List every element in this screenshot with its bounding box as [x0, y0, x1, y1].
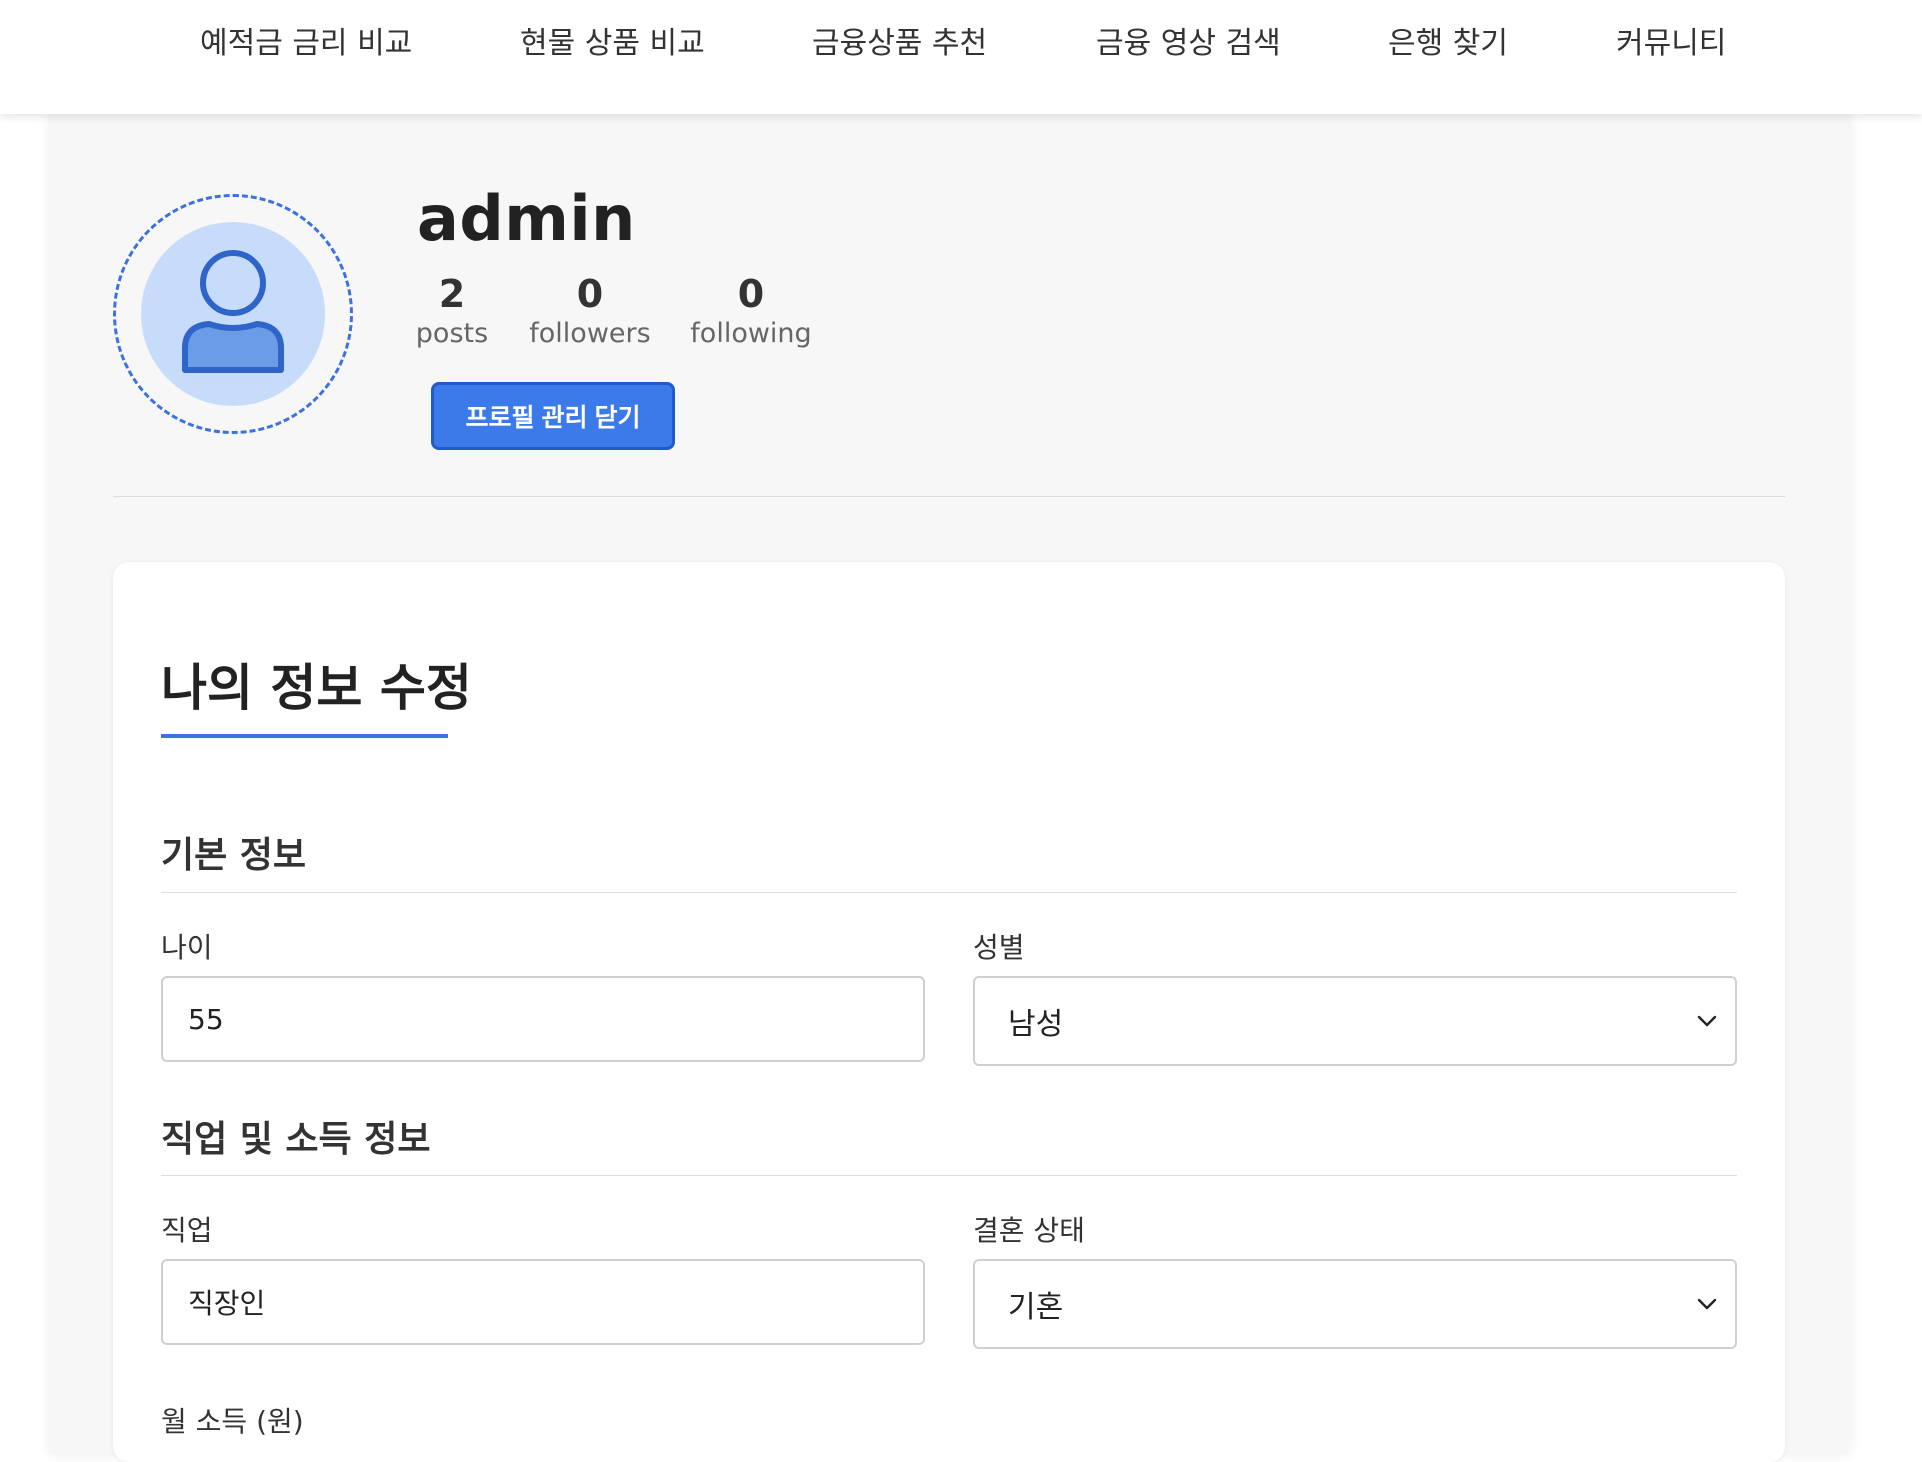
chevron-down-icon	[1697, 1015, 1717, 1027]
section-divider	[113, 496, 1785, 497]
marital-status-value: 기혼	[1008, 1290, 1064, 1325]
stat-following-label: following	[690, 318, 812, 349]
edit-info-title: 나의 정보 수정	[161, 659, 472, 717]
job-label: 직업	[161, 1214, 213, 1247]
user-icon	[182, 250, 284, 373]
stat-posts-label: posts	[415, 318, 489, 349]
gender-select[interactable]: 남성	[973, 976, 1737, 1066]
gender-value: 남성	[1008, 1007, 1064, 1042]
job-income-heading: 직업 및 소득 정보	[161, 1119, 431, 1160]
marital-status-label: 결혼 상태	[973, 1214, 1085, 1247]
edit-info-card: 나의 정보 수정 기본 정보 나이 55 성별 남성 직업 및 소득 정보 직업…	[113, 562, 1785, 1462]
age-label: 나이	[161, 931, 213, 964]
profile-username: admin	[417, 182, 636, 255]
stat-followers-label: followers	[529, 318, 651, 349]
stat-following[interactable]: 0 following	[681, 272, 821, 352]
stat-followers[interactable]: 0 followers	[520, 272, 660, 352]
age-value: 55	[188, 1002, 224, 1036]
stat-following-value: 0	[737, 272, 765, 316]
chevron-down-icon	[1697, 1298, 1717, 1310]
nav-item-community[interactable]: 커뮤니티	[1616, 20, 1726, 68]
stat-posts-value: 2	[438, 272, 466, 316]
marital-status-select[interactable]: 기혼	[973, 1259, 1737, 1349]
stat-followers-value: 0	[576, 272, 604, 316]
avatar-background	[141, 222, 325, 406]
nav-item-video-search[interactable]: 금융 영상 검색	[1096, 20, 1281, 68]
basic-info-divider	[161, 892, 1737, 893]
nav-item-bank-finder[interactable]: 은행 찾기	[1388, 20, 1508, 68]
nav-item-deposit-rate-compare[interactable]: 예적금 금리 비교	[200, 20, 412, 68]
job-income-divider	[161, 1175, 1737, 1176]
profile-page: admin 2 posts 0 followers 0 following 프로…	[49, 114, 1850, 1462]
age-input[interactable]: 55	[161, 976, 925, 1062]
monthly-income-label: 월 소득 (원)	[161, 1405, 304, 1438]
close-profile-management-button[interactable]: 프로필 관리 닫기	[431, 382, 675, 450]
top-navigation: 예적금 금리 비교 현물 상품 비교 금융상품 추천 금융 영상 검색 은행 찾…	[0, 0, 1922, 114]
gender-label: 성별	[973, 931, 1025, 964]
nav-item-product-recommend[interactable]: 금융상품 추천	[812, 20, 987, 68]
avatar[interactable]	[113, 194, 353, 434]
job-value: 직장인	[188, 1287, 266, 1320]
stat-posts[interactable]: 2 posts	[382, 272, 522, 352]
title-underline	[161, 734, 448, 738]
nav-item-spot-product-compare[interactable]: 현물 상품 비교	[520, 20, 705, 68]
job-input[interactable]: 직장인	[161, 1259, 925, 1345]
basic-info-heading: 기본 정보	[161, 835, 307, 876]
